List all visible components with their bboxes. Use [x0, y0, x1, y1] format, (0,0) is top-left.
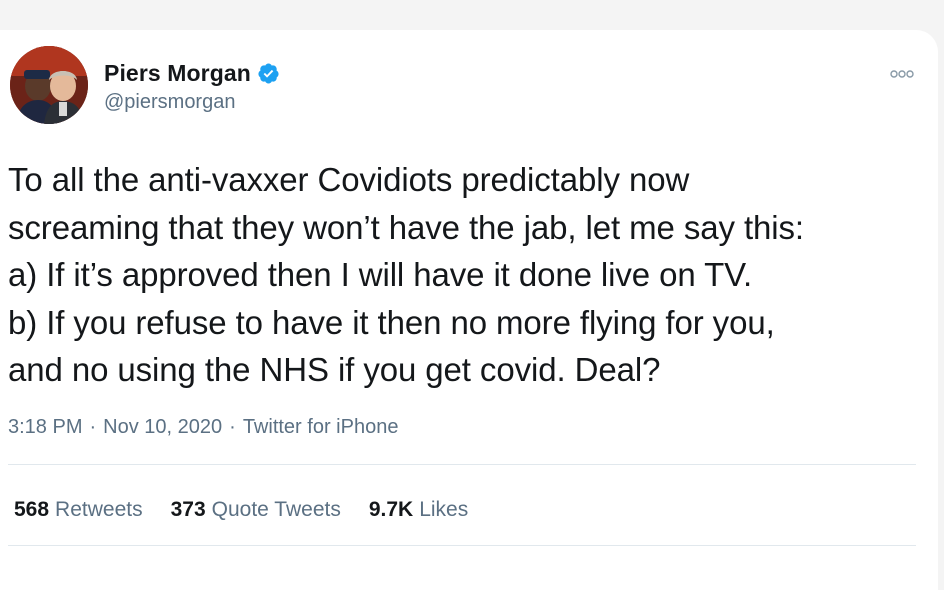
- retweets-count: 568: [14, 498, 50, 521]
- more-options-icon[interactable]: [890, 66, 914, 78]
- tweet-date[interactable]: Nov 10, 2020: [103, 416, 222, 439]
- quote-tweets-stat[interactable]: 373 Quote Tweets: [171, 498, 341, 522]
- tweet-text: To all the anti-vaxxer Covidiots predict…: [8, 161, 804, 388]
- author-avatar[interactable]: [10, 46, 88, 124]
- tweet-stats: 568 Retweets 373 Quote Tweets 9.7K Likes: [14, 498, 496, 522]
- quote-tweets-count: 373: [170, 498, 206, 521]
- author-name-row: Piers Morgan: [104, 60, 280, 87]
- likes-count: 9.7K: [368, 498, 414, 521]
- tweet-card: Piers Morgan @piersmorgan To all the ant…: [0, 30, 938, 590]
- likes-stat[interactable]: 9.7K Likes: [369, 498, 468, 522]
- quote-tweets-label: Quote Tweets: [211, 498, 341, 521]
- verified-badge-icon: [257, 62, 280, 85]
- tweet-meta: 3:18 PM · Nov 10, 2020 · Twitter for iPh…: [8, 416, 398, 439]
- tweet-source[interactable]: Twitter for iPhone: [243, 416, 399, 439]
- tweet-time[interactable]: 3:18 PM: [8, 416, 82, 439]
- retweets-label: Retweets: [55, 498, 143, 521]
- likes-label: Likes: [419, 498, 469, 521]
- divider: [8, 545, 916, 546]
- meta-separator: ·: [89, 416, 97, 438]
- author-handle[interactable]: @piersmorgan: [104, 91, 235, 114]
- divider: [8, 464, 916, 465]
- meta-separator: ·: [229, 416, 236, 438]
- avatar-image: [10, 46, 88, 124]
- retweets-stat[interactable]: 568 Retweets: [14, 498, 143, 522]
- author-name[interactable]: Piers Morgan: [104, 60, 251, 87]
